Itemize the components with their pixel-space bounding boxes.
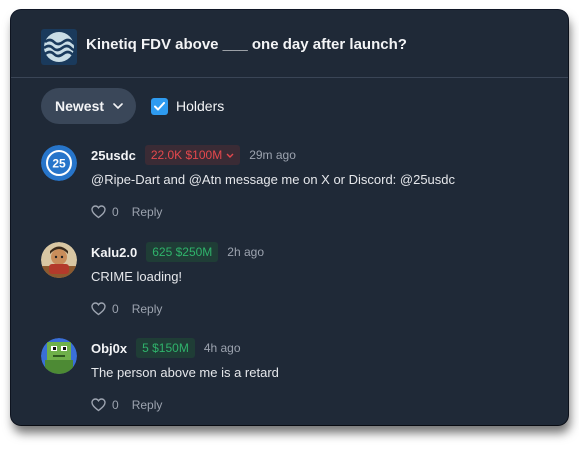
like-count: 0: [112, 398, 119, 412]
comment-username[interactable]: Obj0x: [91, 341, 127, 356]
comment-username[interactable]: Kalu2.0: [91, 245, 137, 260]
market-title: Kinetiq FDV above ___ one day after laun…: [86, 36, 407, 53]
comment-item: 25 25usdc 22.0K $100M 29m ago @Ripe-Dart…: [11, 145, 568, 235]
comment-text: CRIME loading!: [91, 269, 183, 284]
svg-text:25: 25: [52, 157, 66, 171]
chevron-down-icon: [226, 153, 234, 158]
reply-button[interactable]: Reply: [132, 205, 163, 219]
like-button[interactable]: 0: [91, 398, 119, 412]
position-badge[interactable]: 22.0K $100M: [144, 145, 241, 165]
heart-icon: [91, 205, 106, 219]
holders-checkbox[interactable]: [151, 97, 168, 115]
heart-icon: [91, 302, 106, 316]
pixel-frog-avatar[interactable]: [41, 338, 77, 374]
like-count: 0: [112, 302, 119, 316]
heart-icon: [91, 398, 106, 412]
character-avatar[interactable]: [41, 242, 77, 278]
comment-item: Obj0x 5 $150M 4h ago The person above me…: [11, 338, 568, 425]
like-button[interactable]: 0: [91, 205, 119, 219]
reply-button[interactable]: Reply: [132, 302, 163, 316]
comment-time: 29m ago: [249, 148, 296, 162]
position-badge[interactable]: 625 $250M: [146, 242, 219, 262]
holders-filter[interactable]: Holders: [151, 97, 224, 115]
comment-text: @Ripe-Dart and @Atn message me on X or D…: [91, 172, 456, 187]
position-badge-text: 5 $150M: [142, 341, 189, 355]
sort-dropdown-button[interactable]: Newest: [41, 88, 136, 124]
like-count: 0: [112, 205, 119, 219]
like-button[interactable]: 0: [91, 302, 119, 316]
comment-username[interactable]: 25usdc: [91, 148, 136, 163]
check-icon: [154, 101, 165, 110]
usdc-avatar[interactable]: 25: [41, 145, 77, 181]
sort-label: Newest: [55, 98, 105, 114]
market-header: Kinetiq FDV above ___ one day after laun…: [11, 10, 568, 78]
position-badge[interactable]: 5 $150M: [136, 338, 195, 358]
comment-time: 4h ago: [203, 341, 241, 355]
comments-panel: Kinetiq FDV above ___ one day after laun…: [11, 10, 568, 425]
comment-item: Kalu2.0 625 $250M 2h ago CRIME loading! …: [11, 242, 568, 332]
reply-button[interactable]: Reply: [132, 398, 163, 412]
chevron-down-icon: [113, 88, 123, 124]
position-badge-text: 625 $250M: [152, 245, 213, 259]
comment-text: The person above me is a retard: [91, 365, 279, 380]
position-badge-text: 22.0K $100M: [150, 148, 223, 162]
comment-time: 2h ago: [227, 245, 264, 259]
kinetiq-logo-icon: [41, 29, 77, 65]
holders-label: Holders: [176, 98, 225, 114]
